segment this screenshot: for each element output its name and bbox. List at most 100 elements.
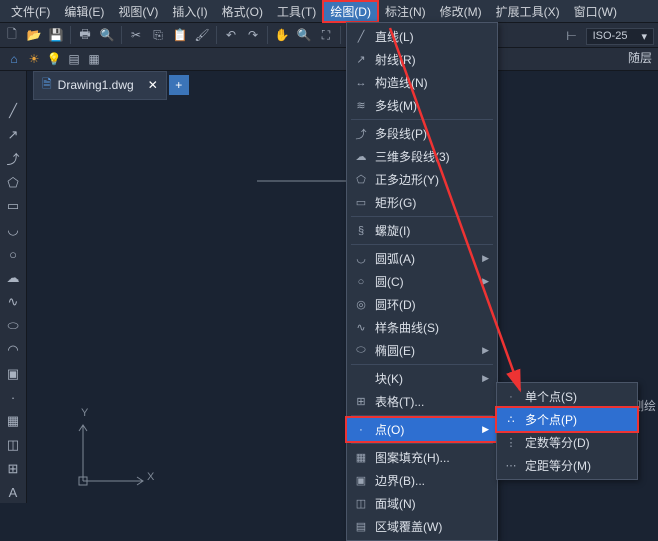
spline-tool-icon[interactable]: ∿ (3, 292, 23, 312)
undo-icon[interactable]: ↶ (221, 25, 241, 45)
draw-menu-item[interactable]: ·点(O)▶ (347, 418, 497, 441)
point-submenu-item[interactable]: ⋮定数等分(D) (497, 431, 637, 454)
menu-dimension[interactable]: 标注(N) (378, 1, 433, 22)
draw-menu-item[interactable]: ▣边界(B)... (347, 469, 497, 492)
new-icon[interactable]: 🗋 (2, 25, 22, 45)
open-icon[interactable]: 📂 (24, 25, 44, 45)
home-icon[interactable]: ⌂ (4, 49, 24, 69)
paste-icon[interactable]: 📋 (170, 25, 190, 45)
point-submenu-item[interactable]: ⋯ 定距等分(M) (497, 454, 637, 477)
menu-label: 样条曲线(S) (375, 319, 439, 336)
menu-icon: § (353, 225, 369, 237)
layer-label[interactable]: 随层 (628, 49, 652, 66)
file-tab[interactable]: 🗎 Drawing1.dwg ✕ (33, 71, 167, 100)
left-toolbar: ╱ ↗ ⤴ ⬠ ▭ ◡ ○ ☁ ∿ ⬭ ◠ ▣ · ▦ ◫ ⊞ A (0, 71, 27, 503)
ellipse-arc-tool-icon[interactable]: ◠ (3, 340, 23, 360)
draw-menu-item[interactable]: ◫面域(N) (347, 492, 497, 515)
menu-draw[interactable]: 绘图(D) (323, 1, 378, 22)
save-icon[interactable]: 💾 (46, 25, 66, 45)
draw-menu-item[interactable]: §螺旋(I) (347, 219, 497, 242)
draw-menu-item[interactable]: ▭矩形(G) (347, 191, 497, 214)
cloud-tool-icon[interactable]: ☁ (3, 268, 23, 288)
draw-menu-item[interactable]: ▦图案填充(H)... (347, 446, 497, 469)
table-tool-icon[interactable]: ⊞ (3, 459, 23, 479)
ray-tool-icon[interactable]: ↗ (3, 125, 23, 145)
region-tool-icon[interactable]: ◫ (3, 435, 23, 455)
menu-modify[interactable]: 修改(M) (433, 1, 489, 22)
draw-menu-item[interactable]: ⤴多段线(P) (347, 122, 497, 145)
close-icon[interactable]: ✕ (148, 78, 158, 92)
menu-icon: ⋯ (503, 459, 519, 472)
draw-menu-item[interactable]: ▤区域覆盖(W) (347, 515, 497, 538)
dwg-file-icon: 🗎 (42, 75, 52, 96)
draw-menu-item[interactable]: ☁三维多段线(3) (347, 145, 497, 168)
submenu-arrow-icon: ▶ (482, 424, 489, 435)
menu-file[interactable]: 文件(F) (4, 1, 57, 22)
menu-icon: ▣ (353, 474, 369, 487)
toolbar-main: 🗋 📂 💾 🖶 🔍 ✂ ⎘ 📋 🖌 ↶ ↷ ✋ 🔍 ⛶ ☰ (0, 23, 658, 48)
draw-menu-item[interactable]: ◎圆环(D) (347, 293, 497, 316)
menu-tools[interactable]: 工具(T) (270, 1, 323, 22)
sun-icon[interactable]: ☀ (24, 49, 44, 69)
line-tool-icon[interactable]: ╱ (3, 101, 23, 121)
arc-tool-icon[interactable]: ◡ (3, 220, 23, 240)
grid-icon[interactable]: ▦ (84, 49, 104, 69)
menu-label: 区域覆盖(W) (375, 518, 442, 535)
draw-menu-item[interactable]: ⊞表格(T)... (347, 390, 497, 413)
preview-icon[interactable]: 🔍 (97, 25, 117, 45)
submenu-arrow-icon: ▶ (482, 276, 489, 287)
draw-menu-item[interactable]: ↗射线(R) (347, 48, 497, 71)
hatch-tool-icon[interactable]: ▦ (3, 411, 23, 431)
menu-view[interactable]: 视图(V) (111, 1, 165, 22)
rect-tool-icon[interactable]: ▭ (3, 197, 23, 217)
polyline-tool-icon[interactable]: ⤴ (3, 149, 23, 169)
cut-icon[interactable]: ✂ (126, 25, 146, 45)
menu-label: 定数等分(D) (525, 434, 590, 451)
point-submenu-item[interactable]: ·单个点(S) (497, 385, 637, 408)
menu-label: 矩形(G) (375, 194, 416, 211)
menu-extensions[interactable]: 扩展工具(X) (489, 1, 567, 22)
dim-style-combo[interactable]: ISO-25 ▾ (586, 28, 654, 45)
menu-label: 块(K) (375, 370, 403, 387)
menu-label: 图案填充(H)... (375, 449, 450, 466)
draw-menu-item[interactable]: ⬠正多边形(Y) (347, 168, 497, 191)
layer-icon[interactable]: ▤ (64, 49, 84, 69)
submenu-arrow-icon: ▶ (482, 253, 489, 264)
zoom-extents-icon[interactable]: ⛶ (316, 25, 336, 45)
draw-menu-item[interactable]: 块(K)▶ (347, 367, 497, 390)
draw-menu-item[interactable]: ╱直线(L) (347, 25, 497, 48)
menu-edit[interactable]: 编辑(E) (57, 1, 111, 22)
draw-menu-item[interactable]: ◡圆弧(A)▶ (347, 247, 497, 270)
toolbar-layers: ⌂ ☀ 💡 ▤ ▦ (0, 48, 658, 71)
redo-icon[interactable]: ↷ (243, 25, 263, 45)
bulb-icon[interactable]: 💡 (44, 49, 64, 69)
point-submenu-item[interactable]: ∴多个点(P) (497, 408, 637, 431)
tab-bar: 🗎 Drawing1.dwg ✕ + (27, 71, 658, 99)
draw-menu-item[interactable]: ↔构造线(N) (347, 71, 497, 94)
menu-label: 构造线(N) (375, 74, 428, 91)
menu-label: 面域(N) (375, 495, 416, 512)
draw-menu-item[interactable]: ≋多线(M) (347, 94, 497, 117)
dim-icon[interactable]: ⊢ (562, 26, 582, 46)
zoom-icon[interactable]: 🔍 (294, 25, 314, 45)
polygon-tool-icon[interactable]: ⬠ (3, 173, 23, 193)
print-icon[interactable]: 🖶 (75, 25, 95, 45)
draw-menu-item[interactable]: ⬭椭圆(E)▶ (347, 339, 497, 362)
draw-menu-item[interactable]: ∿样条曲线(S) (347, 316, 497, 339)
block-tool-icon[interactable]: ▣ (3, 364, 23, 384)
pan-icon[interactable]: ✋ (272, 25, 292, 45)
new-tab-button[interactable]: + (169, 75, 189, 95)
ellipse-tool-icon[interactable]: ⬭ (3, 316, 23, 336)
copy-icon[interactable]: ⎘ (148, 25, 168, 45)
menubar: 文件(F) 编辑(E) 视图(V) 插入(I) 格式(O) 工具(T) 绘图(D… (0, 0, 658, 23)
brush-icon[interactable]: 🖌 (192, 25, 212, 45)
menu-format[interactable]: 格式(O) (215, 1, 270, 22)
menu-insert[interactable]: 插入(I) (165, 1, 214, 22)
menu-label: 定距等分(M) (525, 457, 591, 474)
draw-menu-item[interactable]: ○圆(C)▶ (347, 270, 497, 293)
dim-style-label: ISO-25 (593, 30, 628, 42)
menu-window[interactable]: 窗口(W) (567, 1, 624, 22)
menu-icon: ◡ (353, 252, 369, 265)
point-tool-icon[interactable]: · (3, 388, 23, 408)
circle-tool-icon[interactable]: ○ (3, 244, 23, 264)
